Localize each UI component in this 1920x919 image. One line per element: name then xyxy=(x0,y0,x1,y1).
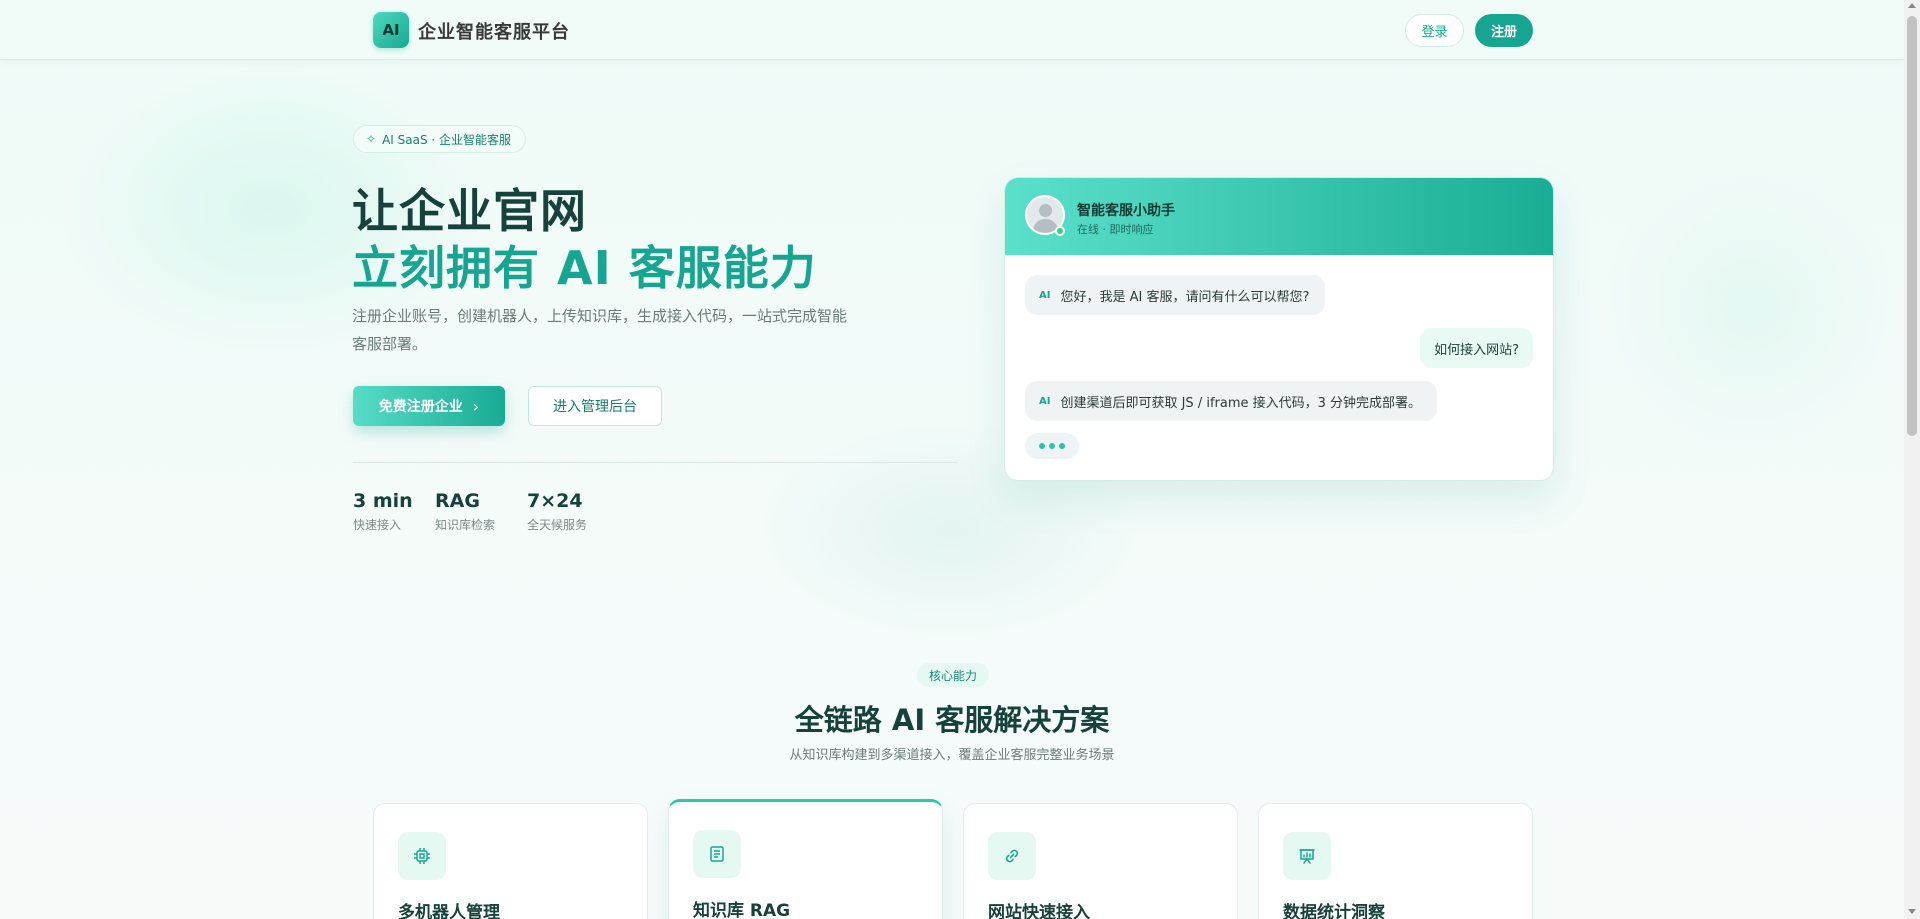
presentation-chart-icon xyxy=(1283,832,1331,880)
feature-card-title: 知识库 RAG xyxy=(693,901,791,919)
message-text: 您好，我是 AI 客服，请问有什么可以帮您? xyxy=(1060,289,1310,305)
top-navbar: AI 企业智能客服平台 登录 注册 xyxy=(0,0,1904,60)
register-button[interactable]: 注册 xyxy=(1475,14,1533,47)
chat-message-user: 如何接入网站? xyxy=(1420,328,1533,368)
hero-title-line2: 立刻拥有 AI 客服能力 xyxy=(352,241,817,295)
typing-indicator xyxy=(1025,433,1079,459)
feature-card[interactable]: 数据统计洞察 xyxy=(1258,803,1533,919)
stat-value: 3 min xyxy=(353,490,413,512)
stat-value: 7×24 xyxy=(527,490,583,512)
stat-item: RAG 知识库检索 xyxy=(435,490,495,533)
section-tag: 核心能力 xyxy=(917,663,989,687)
assistant-name: 智能客服小助手 xyxy=(1077,203,1175,219)
chat-message-bot: AI 创建渠道后即可获取 JS / iframe 接入代码，3 分钟完成部署。 xyxy=(1025,381,1438,421)
section-title: 全链路 AI 客服解决方案 xyxy=(794,703,1110,737)
brand-name[interactable]: 企业智能客服平台 xyxy=(418,18,570,44)
feature-card[interactable]: 多机器人管理 xyxy=(373,803,648,919)
feature-card[interactable]: 网站快速接入 xyxy=(963,803,1238,919)
chip-icon xyxy=(398,832,446,880)
scroll-down-arrow-icon[interactable] xyxy=(1908,909,1916,914)
feature-card-title: 多机器人管理 xyxy=(398,903,500,919)
chat-header: 智能客服小助手 在线 · 即时响应 xyxy=(1005,178,1553,255)
ai-tag: AI xyxy=(1039,289,1051,301)
hero-badge: ✧ AI SaaS · 企业智能客服 xyxy=(353,125,527,153)
hero-badge-label: AI SaaS · 企业智能客服 xyxy=(382,132,512,147)
message-text: 创建渠道后即可获取 JS / iframe 接入代码，3 分钟完成部署。 xyxy=(1060,395,1422,411)
admin-console-button[interactable]: 进入管理后台 xyxy=(528,386,662,426)
section-subtitle: 从知识库构建到多渠道接入，覆盖企业客服完整业务场景 xyxy=(789,748,1115,763)
stat-item: 7×24 全天候服务 xyxy=(527,490,587,533)
background-glow xyxy=(1600,160,1900,460)
ai-tag: AI xyxy=(1039,395,1051,407)
scrollbar-thumb[interactable] xyxy=(1907,16,1917,436)
chat-message-bot: AI 您好，我是 AI 客服，请问有什么可以帮您? xyxy=(1025,275,1326,315)
free-register-label: 免费注册企业 xyxy=(378,399,463,415)
chevron-right-icon: › xyxy=(472,396,480,416)
feature-card-title: 网站快速接入 xyxy=(988,903,1090,919)
stat-label: 全天候服务 xyxy=(527,518,588,532)
scroll-up-arrow-icon[interactable] xyxy=(1908,3,1916,8)
stat-value: RAG xyxy=(435,490,480,512)
free-register-button[interactable]: 免费注册企业 › xyxy=(353,386,505,426)
stat-label: 知识库检索 xyxy=(435,518,496,532)
chat-preview-card: 智能客服小助手 在线 · 即时响应 AI 您好，我是 AI 客服，请问有什么可以… xyxy=(1004,177,1554,481)
book-icon xyxy=(693,830,741,878)
login-button[interactable]: 登录 xyxy=(1405,14,1464,47)
online-status-icon xyxy=(1055,226,1065,236)
hero-description: 注册企业账号，创建机器人，上传知识库，生成接入代码，一站式完成智能客服部署。 xyxy=(352,307,848,353)
link-icon xyxy=(988,832,1036,880)
message-text: 如何接入网站? xyxy=(1434,342,1519,358)
assistant-status: 在线 · 即时响应 xyxy=(1077,223,1154,236)
feature-card[interactable]: 知识库 RAG xyxy=(668,799,943,919)
stat-label: 快速接入 xyxy=(353,518,402,532)
feature-card-title: 数据统计洞察 xyxy=(1283,903,1385,919)
sparkle-icon: ✧ xyxy=(366,132,377,146)
stat-item: 3 min 快速接入 xyxy=(353,490,413,533)
hero-divider xyxy=(353,462,957,463)
logo-icon[interactable]: AI xyxy=(373,12,409,48)
